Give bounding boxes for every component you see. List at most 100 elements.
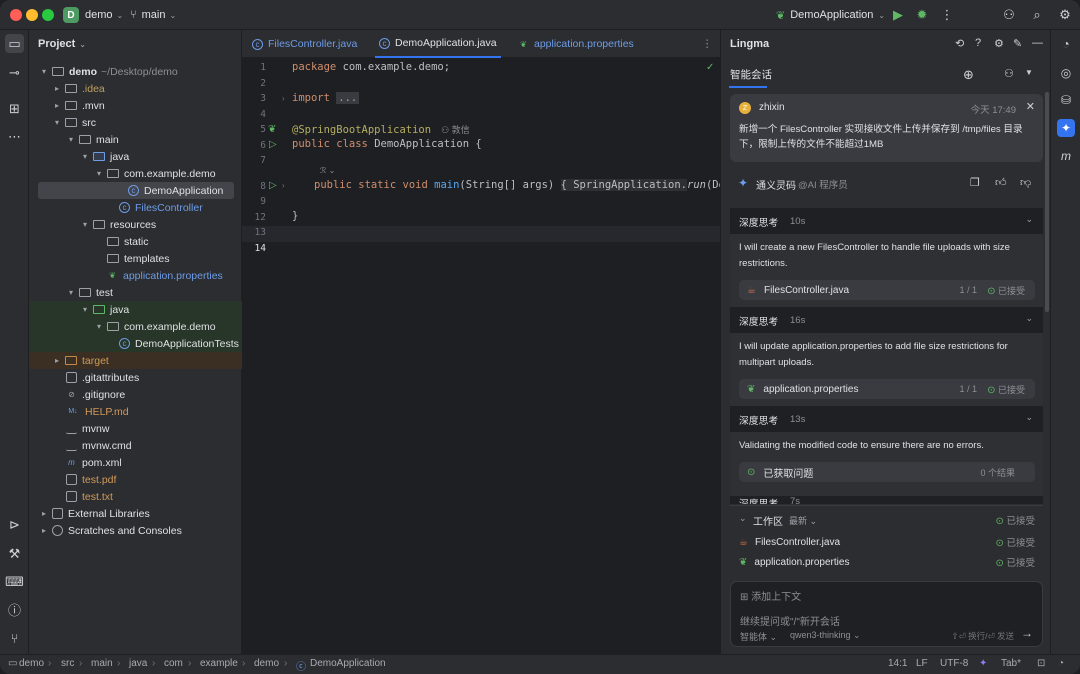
fold-icon[interactable]: › (282, 94, 285, 103)
settings-gear-icon[interactable]: ⚙ (994, 37, 1004, 50)
tree-item-gitignore[interactable]: ⊘ .gitignore (29, 386, 242, 403)
run-gutter-icon[interactable]: ▷ (269, 139, 277, 150)
chevron-down-icon[interactable]: ⌄ (739, 513, 747, 524)
tree-item-src[interactable]: ▾ src (29, 114, 242, 131)
chevron-down-icon[interactable]: ▼ (1025, 68, 1033, 77)
tree-item-static[interactable]: static (29, 233, 242, 250)
tree-item-target[interactable]: ▸ target (29, 352, 242, 369)
build-hammer-icon[interactable]: ⚒ (5, 544, 24, 563)
chat-input-box[interactable]: ⊞ 添加上下文 继续提问或"/"新开会话 智能体 ⌄ qwen3-thinkin… (730, 581, 1043, 647)
changed-file-pill[interactable]: ☕︎ FilesController.java 1 / 1 ⊙ 已接受 (739, 280, 1035, 300)
breadcrumb-item[interactable]: DemoApplication (310, 658, 386, 669)
terminal-icon[interactable]: ⌨ (5, 572, 24, 591)
tree-item-mvn[interactable]: ▸ .mvn (29, 97, 242, 114)
tree-item-test-java[interactable]: ▾ java (29, 301, 242, 318)
tree-item-scratches[interactable]: ▸ Scratches and Consoles (29, 522, 242, 539)
no-problems-check-icon[interactable]: ✓ (706, 62, 714, 73)
history-icon[interactable]: ⟲ (955, 37, 964, 50)
copy-icon[interactable]: ❐ (970, 176, 980, 189)
breadcrumb-item[interactable]: main (91, 658, 113, 669)
line-separator[interactable]: LF (916, 658, 928, 669)
tab-demoapplication[interactable]: c DemoApplication.java (375, 30, 501, 58)
tree-item-mvnw[interactable]: mvnw (29, 420, 242, 437)
project-panel-header[interactable]: Project ⌄ (29, 30, 241, 58)
new-chat-plus-icon[interactable]: ⊕ (963, 67, 974, 83)
git-icon[interactable]: ⑂ (5, 629, 24, 648)
send-arrow-icon[interactable]: → (1021, 626, 1033, 640)
workspace-file-row[interactable]: ☕︎ FilesController.java ⊙ 已接受 (739, 534, 1035, 550)
notifications-icon[interactable]: ◔ (1057, 35, 1075, 53)
code-editor[interactable]: 1 2 3 4 5 6 7 8 9 12 13 14 ❦ ▷ ▷ › › ✓ p… (242, 58, 776, 654)
tree-item-java[interactable]: ▾ java (29, 148, 242, 165)
commit-icon[interactable]: ⊸ (5, 63, 24, 82)
breadcrumb-item[interactable]: src (61, 658, 74, 669)
tree-item-test[interactable]: ▾ test (29, 284, 242, 301)
file-encoding[interactable]: UTF-8 (940, 658, 968, 669)
project-switcher[interactable]: D demo ⌄ (63, 0, 123, 30)
changed-file-pill[interactable]: ❦ application.properties 1 / 1 ⊙ 已接受 (739, 379, 1035, 399)
deep-thinking-header[interactable]: 深度思考 16s ⌄ (730, 307, 1043, 333)
edit-icon[interactable]: ✎ (1013, 37, 1022, 50)
indent-setting[interactable]: Tab* (1001, 658, 1021, 669)
project-folder-icon[interactable]: ▭ (5, 34, 24, 53)
breadcrumb-item[interactable]: demo (19, 658, 44, 669)
fold-icon[interactable]: › (282, 181, 285, 190)
lingma-tool-icon[interactable]: ✦ (1057, 119, 1075, 137)
run-config-selector[interactable]: ❦ DemoApplication ⌄ (776, 0, 885, 30)
tab-application-properties[interactable]: ❦ application.properties (518, 30, 634, 58)
breadcrumb-item[interactable]: demo (254, 658, 279, 669)
tree-item-demoapplicationtests[interactable]: c DemoApplicationTests (29, 335, 242, 352)
lingma-inline-hint[interactable]: ℛ ⌄ (320, 166, 335, 175)
ai-assistant-icon[interactable]: ◎ (1057, 64, 1075, 82)
workspace-filter[interactable]: 最新 ⌄ (789, 514, 817, 527)
tabs-more-icon[interactable]: ⋮ (702, 30, 713, 58)
tree-item-main[interactable]: ▾ main (29, 131, 242, 148)
structure-icon[interactable]: ⊞ (5, 99, 24, 118)
search-icon[interactable]: ⌕ (1029, 7, 1045, 23)
run-gutter-icon[interactable]: ▷ (269, 180, 277, 191)
problems-icon[interactable]: ⓘ (5, 600, 24, 619)
deep-thinking-header[interactable]: 深度思考 10s ⌄ (730, 208, 1043, 234)
run-icon[interactable]: ▶ (890, 7, 906, 23)
spring-bean-gutter-icon[interactable]: ❦ (268, 124, 276, 135)
tree-item-application-properties[interactable]: ❦ application.properties (29, 267, 242, 284)
tree-item-package[interactable]: ▾ com.example.demo (29, 165, 242, 182)
tree-item-test-package[interactable]: ▾ com.example.demo (29, 318, 242, 335)
tree-item-templates[interactable]: templates (29, 250, 242, 267)
close-icon[interactable]: ✕ (1026, 100, 1035, 113)
more-tools-icon[interactable]: ⋯ (5, 127, 24, 146)
settings-gear-icon[interactable]: ⚙ (1057, 7, 1073, 23)
tree-item-filescontroller[interactable]: c FilesController (29, 199, 242, 216)
database-icon[interactable]: ⛁ (1057, 91, 1075, 109)
caret-position[interactable]: 14:1 (888, 658, 907, 669)
tree-item-test-pdf[interactable]: test.pdf (29, 471, 242, 488)
services-icon[interactable]: ⊳ (5, 515, 24, 534)
minimize-panel-icon[interactable]: — (1032, 37, 1043, 49)
deep-thinking-header[interactable]: 深度思考 13s ⌄ (730, 406, 1043, 432)
more-options-icon[interactable]: ⋮ (939, 7, 955, 23)
add-context-button[interactable]: ⊞ 添加上下文 (740, 588, 801, 603)
close-window-button[interactable] (10, 9, 22, 21)
branch-switcher[interactable]: ⑂ main ⌄ (130, 0, 176, 30)
tab-smart-chat[interactable]: 智能会话 (730, 67, 772, 82)
debug-icon[interactable]: ✹ (914, 7, 930, 23)
tree-item-idea[interactable]: ▸ .idea (29, 80, 242, 97)
tree-item-mvnw-cmd[interactable]: mvnw.cmd (29, 437, 242, 454)
add-user-icon[interactable]: ⚇ (1001, 7, 1017, 23)
deep-thinking-header[interactable]: 深度思考 7s (730, 496, 1043, 504)
tree-item-gitattributes[interactable]: .gitattributes (29, 369, 242, 386)
workspace-file-row[interactable]: ❦ application.properties ⊙ 已接受 (739, 554, 1035, 570)
tree-item-test-txt[interactable]: test.txt (29, 488, 242, 505)
tree-item-resources[interactable]: ▾ resources (29, 216, 242, 233)
tree-item-pom-xml[interactable]: m pom.xml (29, 454, 242, 471)
breadcrumb-item[interactable]: com (164, 658, 183, 669)
tab-filescontroller[interactable]: c FilesController.java (252, 30, 357, 58)
tree-item-help-md[interactable]: M↓ HELP.md (29, 403, 242, 420)
thumbs-up-icon[interactable]: 👍︎ (995, 176, 1007, 189)
problems-result-pill[interactable]: ⊙ 已获取问题 0 个结果 (739, 462, 1035, 482)
lock-icon[interactable]: ⊡ (1037, 658, 1045, 669)
breadcrumb-item[interactable]: example (200, 658, 238, 669)
mode-selector[interactable]: 智能体 ⌄ (740, 630, 777, 643)
tree-item-external-libraries[interactable]: ▸ External Libraries (29, 505, 242, 522)
user-icon[interactable]: ⚇ (1004, 67, 1014, 80)
